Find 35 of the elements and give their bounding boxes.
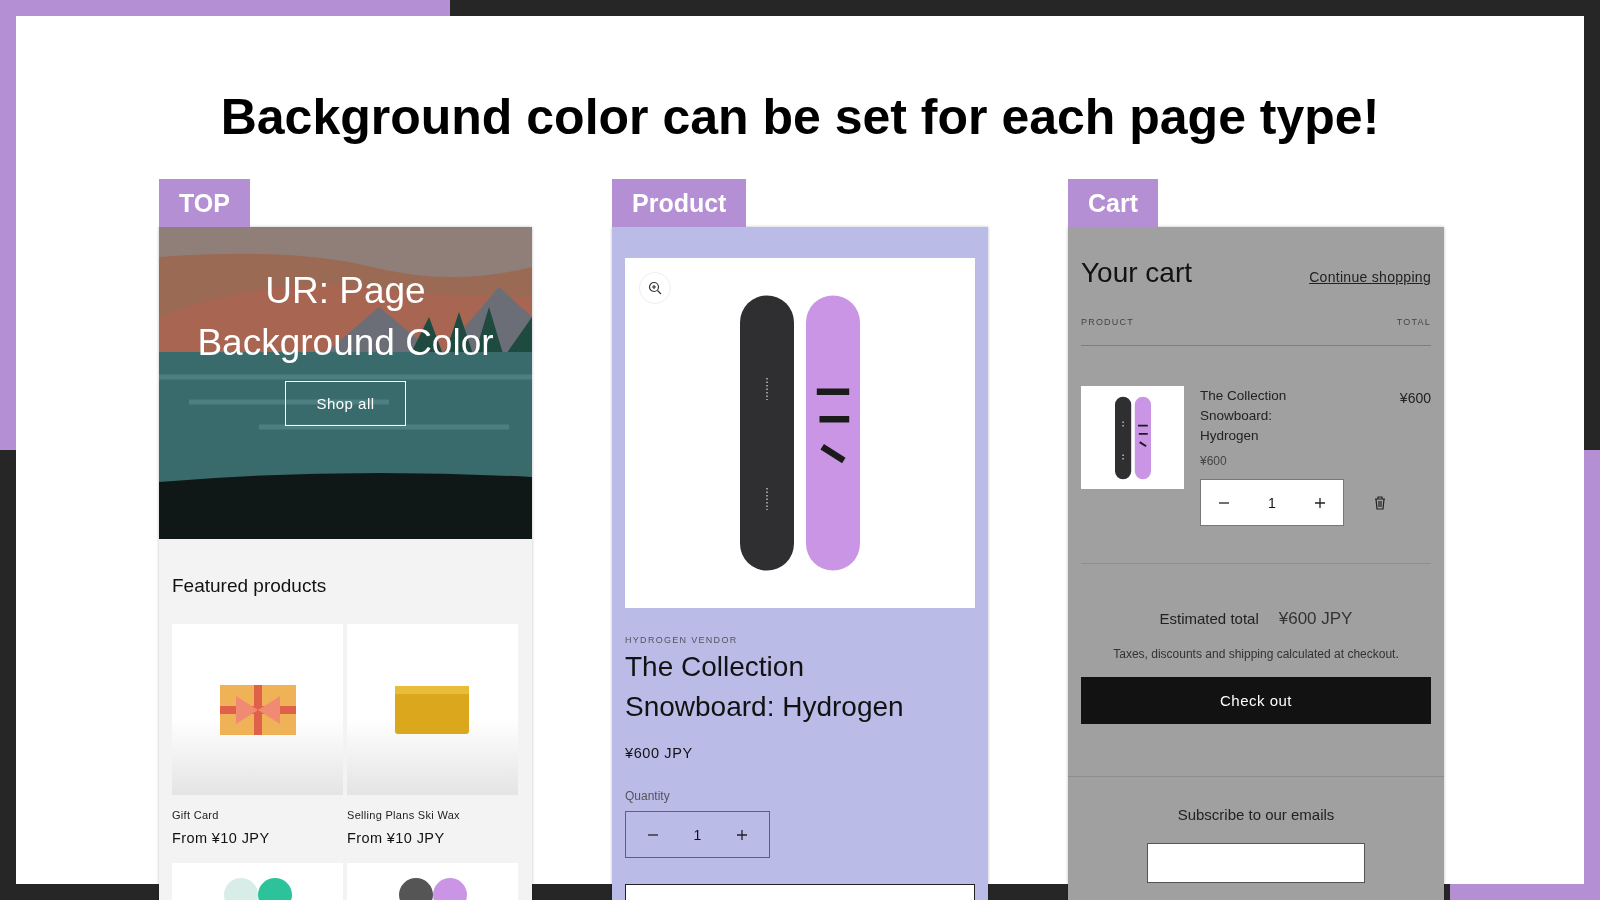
shop-all-button[interactable]: Shop all: [285, 381, 406, 426]
zoom-button[interactable]: [639, 272, 671, 304]
quantity-label: Quantity: [625, 789, 671, 803]
quantity-value: 1: [693, 826, 702, 843]
column-header: TOTAL: [1396, 317, 1431, 327]
quantity-value: 1: [1268, 494, 1276, 511]
product-name[interactable]: Gift Card: [172, 809, 343, 821]
item-name[interactable]: The Collection Snowboard: Hydrogen: [1200, 386, 1330, 446]
email-field[interactable]: [1147, 843, 1365, 883]
item-unit-price: ¥600: [1200, 454, 1228, 468]
product-price: From ¥10 JPY: [347, 830, 446, 846]
column-header: PRODUCT: [1081, 317, 1134, 327]
vendor-label: HYDROGEN VENDOR: [625, 635, 739, 645]
quantity-selector[interactable]: 1: [625, 811, 770, 858]
newsletter-title: Subscribe to our emails: [1177, 806, 1335, 823]
product-thumbnail[interactable]: [1081, 386, 1184, 489]
checkout-button[interactable]: Check out: [1081, 677, 1431, 724]
zoom-in-icon: [648, 281, 662, 295]
section-title: Featured products: [172, 575, 328, 597]
product-price: From ¥10 JPY: [172, 830, 271, 846]
product-name[interactable]: Selling Plans Ski Wax: [347, 809, 518, 821]
quantity-selector[interactable]: 1: [1200, 479, 1344, 526]
estimated-total-value: ¥600 JPY: [1278, 609, 1353, 629]
continue-shopping-link[interactable]: Continue shopping: [1309, 269, 1431, 285]
product-image[interactable]: [172, 624, 343, 795]
checkout-note: Taxes, discounts and shipping calculated at checkout.: [1112, 647, 1400, 661]
item-total: ¥600: [1399, 390, 1431, 408]
plus-icon[interactable]: [736, 828, 748, 841]
estimated-total-label: Estimated total: [1159, 610, 1259, 627]
product-price: ¥600 JPY: [625, 745, 694, 761]
plus-icon[interactable]: [1314, 496, 1326, 509]
product-title: The Collection Snowboard: Hydrogen: [625, 650, 905, 724]
cart-title: Your cart: [1081, 257, 1193, 289]
page-heading: Background color can be set for each page type!: [219, 88, 1381, 146]
trash-icon[interactable]: [1374, 495, 1386, 510]
